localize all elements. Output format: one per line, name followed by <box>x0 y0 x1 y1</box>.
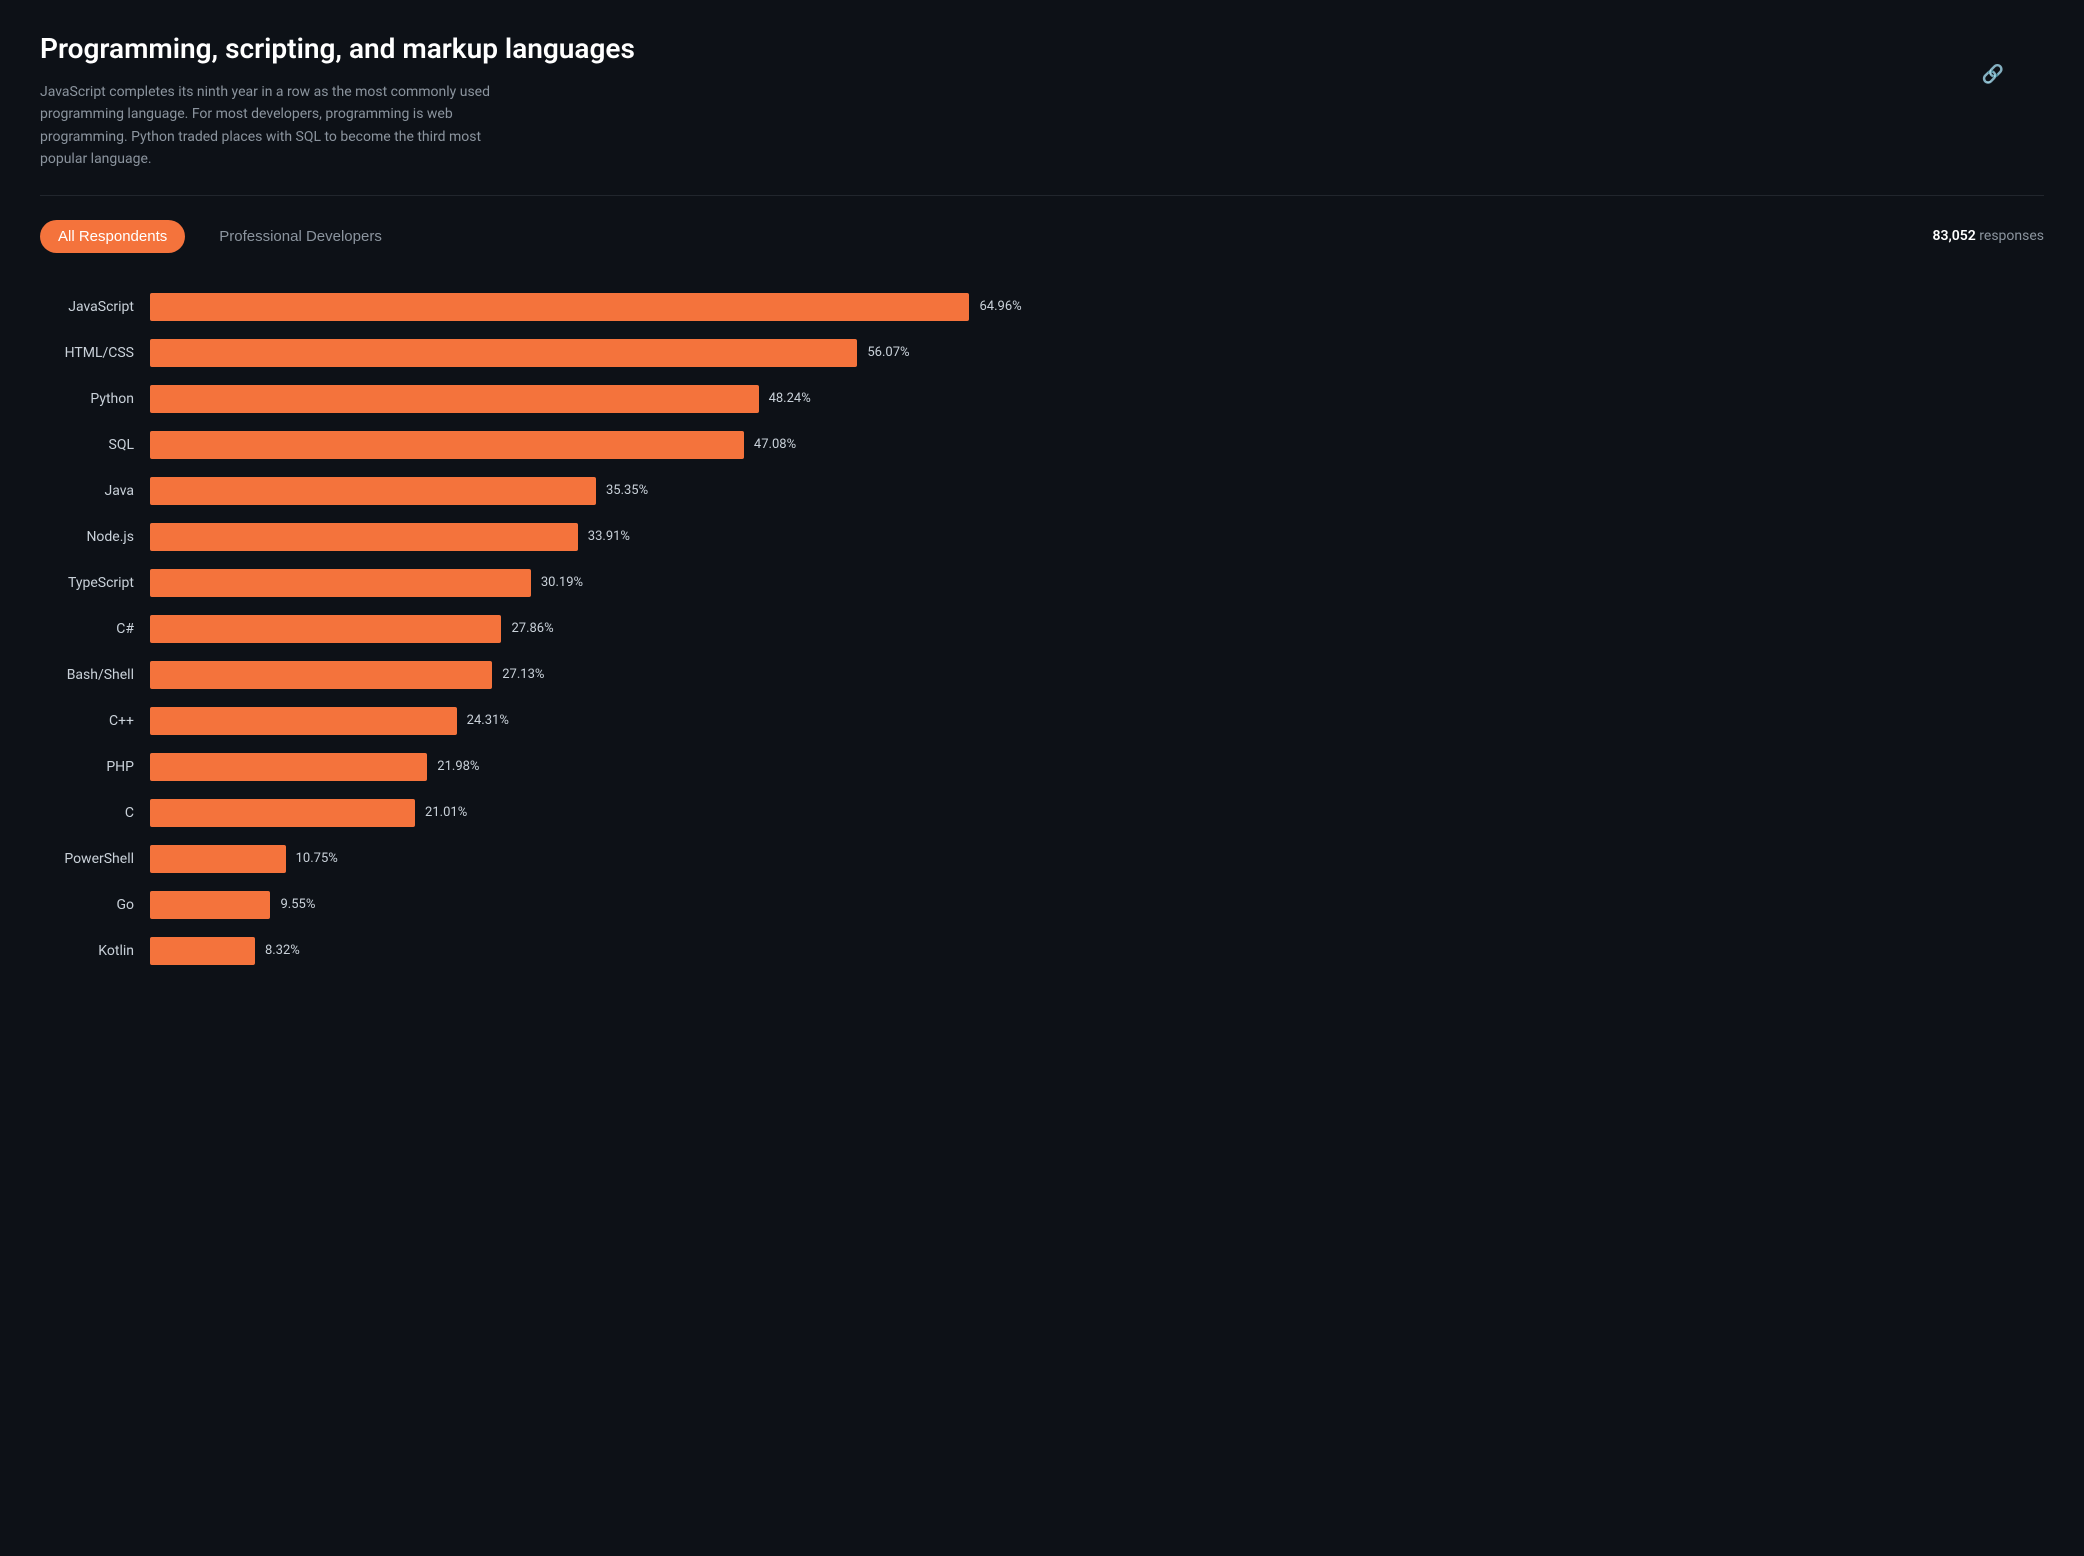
bar-wrapper: 10.75% <box>150 845 2044 873</box>
bar-pct-label: 33.91% <box>588 529 630 544</box>
bar <box>150 707 457 735</box>
response-count-value: 83,052 <box>1933 228 1976 244</box>
page-header: Programming, scripting, and markup langu… <box>40 32 2044 171</box>
lang-label: TypeScript <box>40 575 150 591</box>
bar-pct-label: 64.96% <box>979 299 1021 314</box>
bar-pct-label: 8.32% <box>265 943 300 958</box>
chart-row: C# 27.86% <box>40 615 2044 643</box>
lang-label: PowerShell <box>40 851 150 867</box>
bar-wrapper: 27.86% <box>150 615 2044 643</box>
lang-label: HTML/CSS <box>40 345 150 361</box>
chart-row: Python 48.24% <box>40 385 2044 413</box>
bar-pct-label: 10.75% <box>296 851 338 866</box>
bar-wrapper: 48.24% <box>150 385 2044 413</box>
bar-wrapper: 8.32% <box>150 937 2044 965</box>
bar <box>150 799 415 827</box>
bar-pct-label: 27.13% <box>502 667 544 682</box>
bar-pct-label: 24.31% <box>467 713 509 728</box>
lang-label: Node.js <box>40 529 150 545</box>
bar <box>150 523 578 551</box>
bar-pct-label: 30.19% <box>541 575 583 590</box>
filter-row: All Respondents Professional Developers … <box>40 220 2044 253</box>
lang-label: Kotlin <box>40 943 150 959</box>
lang-label: JavaScript <box>40 299 150 315</box>
tab-professional-developers[interactable]: Professional Developers <box>201 220 400 253</box>
bar-pct-label: 35.35% <box>606 483 648 498</box>
chart-row: Java 35.35% <box>40 477 2044 505</box>
chart-row: PowerShell 10.75% <box>40 845 2044 873</box>
lang-label: C <box>40 805 150 821</box>
bar-wrapper: 33.91% <box>150 523 2044 551</box>
bar-wrapper: 56.07% <box>150 339 2044 367</box>
lang-label: C++ <box>40 713 150 729</box>
tab-all-respondents[interactable]: All Respondents <box>40 220 185 253</box>
bar <box>150 339 857 367</box>
link-icon[interactable]: 🔗 <box>1982 64 2004 85</box>
bar-wrapper: 30.19% <box>150 569 2044 597</box>
lang-label: Java <box>40 483 150 499</box>
response-count: 83,052 responses <box>1933 228 2044 244</box>
bar <box>150 569 531 597</box>
bar <box>150 615 501 643</box>
bar <box>150 661 492 689</box>
page-title: Programming, scripting, and markup langu… <box>40 32 2044 65</box>
bar-wrapper: 35.35% <box>150 477 2044 505</box>
bar <box>150 385 759 413</box>
bar <box>150 431 744 459</box>
bar-wrapper: 47.08% <box>150 431 2044 459</box>
bar-wrapper: 64.96% <box>150 293 2044 321</box>
lang-label: Bash/Shell <box>40 667 150 683</box>
chart-row: Kotlin 8.32% <box>40 937 2044 965</box>
bar-wrapper: 9.55% <box>150 891 2044 919</box>
filter-tabs: All Respondents Professional Developers <box>40 220 400 253</box>
bar-pct-label: 47.08% <box>754 437 796 452</box>
bar-wrapper: 27.13% <box>150 661 2044 689</box>
chart-row: SQL 47.08% <box>40 431 2044 459</box>
bar-wrapper: 21.01% <box>150 799 2044 827</box>
chart-row: Bash/Shell 27.13% <box>40 661 2044 689</box>
chart-row: JavaScript 64.96% <box>40 293 2044 321</box>
lang-label: C# <box>40 621 150 637</box>
chart-row: Go 9.55% <box>40 891 2044 919</box>
bar-pct-label: 48.24% <box>769 391 811 406</box>
bar-wrapper: 21.98% <box>150 753 2044 781</box>
lang-label: PHP <box>40 759 150 775</box>
chart-container: JavaScript 64.96% HTML/CSS 56.07% Python 48.2… <box>40 293 2044 965</box>
chart-row: C++ 24.31% <box>40 707 2044 735</box>
chart-row: PHP 21.98% <box>40 753 2044 781</box>
lang-label: Go <box>40 897 150 913</box>
response-count-label: responses <box>1979 228 2044 244</box>
bar <box>150 845 286 873</box>
chart-row: C 21.01% <box>40 799 2044 827</box>
bar-pct-label: 21.98% <box>437 759 479 774</box>
lang-label: Python <box>40 391 150 407</box>
bar-pct-label: 56.07% <box>867 345 909 360</box>
chart-row: Node.js 33.91% <box>40 523 2044 551</box>
bar-wrapper: 24.31% <box>150 707 2044 735</box>
section-divider <box>40 195 2044 196</box>
bar-pct-label: 21.01% <box>425 805 467 820</box>
chart-row: HTML/CSS 56.07% <box>40 339 2044 367</box>
bar-pct-label: 27.86% <box>511 621 553 636</box>
bar <box>150 753 427 781</box>
lang-label: SQL <box>40 437 150 453</box>
page-description: JavaScript completes its ninth year in a… <box>40 81 520 171</box>
page-wrapper: Programming, scripting, and markup langu… <box>40 32 2044 965</box>
bar <box>150 477 596 505</box>
bar-pct-label: 9.55% <box>280 897 315 912</box>
bar <box>150 937 255 965</box>
chart-row: TypeScript 30.19% <box>40 569 2044 597</box>
bar <box>150 891 270 919</box>
bar <box>150 293 969 321</box>
